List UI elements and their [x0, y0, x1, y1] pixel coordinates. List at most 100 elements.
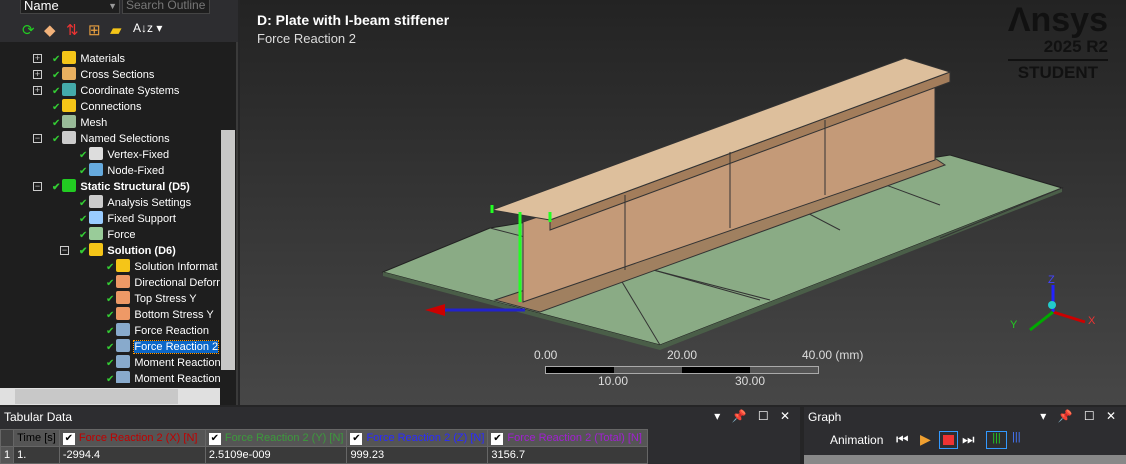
check-icon: ✔	[106, 326, 115, 337]
column-checkbox[interactable]: ✔	[62, 432, 75, 445]
tree-item[interactable]: ✔ Fixed Support	[79, 211, 176, 227]
eraser-icon[interactable]: ◆	[44, 21, 56, 39]
table-cell: 1.	[13, 446, 60, 464]
column-checkbox[interactable]: ✔	[491, 432, 504, 445]
outline-tree: + ✔ Materials + ✔ Cross Sections + ✔ Coordinate …	[0, 43, 220, 383]
tree-item[interactable]: ✔ Coordinate Systems	[52, 83, 179, 99]
tree-item[interactable]: ✔ Force Reaction	[106, 323, 209, 339]
tree-item-label: Named Selections	[80, 133, 170, 145]
tree-item[interactable]: ✔ Solution (D6)	[79, 243, 176, 259]
column-header[interactable]: Time [s]	[13, 429, 60, 447]
tree-item-label: Coordinate Systems	[80, 85, 180, 97]
column-header[interactable]: ✔ Force Reaction 2 (X) [N]	[58, 429, 206, 447]
tree-item[interactable]: ✔ Cross Sections	[52, 67, 154, 83]
check-icon: ✔	[106, 310, 115, 321]
scale-label: 0.00	[534, 348, 558, 362]
scroll-thumb[interactable]	[15, 389, 178, 404]
tree-item[interactable]: ✔ Static Structural (D5)	[52, 179, 190, 195]
table-cell: 2.5109e-009	[204, 446, 348, 464]
tree-item[interactable]: ✔ Node-Fixed	[79, 163, 164, 179]
row-number: 1	[0, 446, 15, 464]
tree-item-label: Solution (D6)	[107, 245, 176, 257]
check-icon: ✔	[52, 70, 61, 81]
outline-horizontal-scrollbar[interactable]	[0, 388, 220, 405]
check-icon: ✔	[52, 86, 61, 97]
axis-x-label: X	[1088, 315, 1096, 327]
outline-vertical-scrollbar[interactable]	[220, 43, 236, 388]
play-button[interactable]: ▶	[920, 431, 931, 448]
filter-select[interactable]: Name ▼	[20, 0, 120, 14]
tree-item[interactable]: ✔ Analysis Settings	[79, 195, 191, 211]
node-icon	[116, 339, 131, 352]
tree-item[interactable]: ✔ Force	[79, 227, 136, 243]
node-icon	[62, 83, 77, 96]
sort-alpha-icon[interactable]: A↓z ▾	[133, 21, 162, 35]
expander-toggle[interactable]: −	[60, 246, 69, 255]
tree-item[interactable]: ✔ Top Stress Y	[106, 291, 197, 307]
tree-item-label: Directional Deforn	[134, 277, 220, 289]
tree-item[interactable]: ✔ Named Selections	[52, 131, 170, 147]
tree-item[interactable]: ✔ Solution Informat	[106, 259, 218, 275]
tree-item-label: Cross Sections	[80, 69, 155, 81]
expand-all-icon[interactable]: ⊞	[88, 21, 101, 39]
scale-label: 20.00	[667, 348, 698, 362]
column-header[interactable]: ✔ Force Reaction 2 (Total) [N]	[487, 429, 649, 447]
tree-item-label: Force	[107, 229, 136, 241]
tree-item-label: Fixed Support	[107, 213, 176, 225]
table-cell: 999.23	[346, 446, 489, 464]
column-header[interactable]: ✔ Force Reaction 2 (Z) [N]	[346, 429, 489, 447]
tree-item-label: Static Structural (D5)	[80, 181, 190, 193]
node-icon	[116, 259, 131, 272]
expander-toggle[interactable]: +	[33, 54, 42, 63]
distributed-frames-icon[interactable]: |||	[986, 431, 1007, 449]
tabular-data-table: Time [s] ✔ Force Reaction 2 (X) [N] ✔ Force …	[0, 429, 649, 464]
panel-controls[interactable]: ▾ 📌 ☐ ✕	[1040, 409, 1120, 423]
refresh-icon[interactable]: ⟳	[22, 21, 35, 39]
stop-button[interactable]	[939, 431, 958, 449]
check-icon: ✔	[52, 102, 61, 113]
reaction-arrowhead	[425, 304, 445, 316]
column-label: Time [s]	[17, 432, 56, 444]
folder-link-icon[interactable]: ▰	[110, 21, 122, 39]
tree-item[interactable]: ✔ Mesh	[52, 115, 107, 131]
tree-item[interactable]: ✔ Directional Deforn	[106, 275, 220, 291]
check-icon: ✔	[106, 278, 115, 289]
expander-toggle[interactable]: +	[33, 86, 42, 95]
tree-item-label: Moment Reaction	[134, 373, 220, 383]
tree-item[interactable]: ✔ Vertex-Fixed	[79, 147, 169, 163]
panel-controls[interactable]: ▾ 📌 ☐ ✕	[714, 409, 794, 423]
tree-item-label: Vertex-Fixed	[107, 149, 170, 161]
outline-toolbar: ⟳ ◆ ⇅ ⊞ ▰ A↓z ▾	[0, 18, 238, 42]
node-icon	[116, 291, 131, 304]
tree-item[interactable]: ✔ Bottom Stress Y	[106, 307, 214, 323]
expander-toggle[interactable]: +	[33, 70, 42, 79]
node-icon	[89, 243, 104, 256]
check-icon: ✔	[106, 262, 115, 273]
tree-item[interactable]: ✔ Moment Reaction	[106, 355, 220, 371]
scroll-thumb[interactable]	[221, 130, 235, 370]
column-checkbox[interactable]: ✔	[350, 432, 363, 445]
result-sets-icon[interactable]: |||	[1012, 431, 1021, 443]
expander-toggle[interactable]: −	[33, 182, 42, 191]
graphics-viewport[interactable]: D: Plate with I-beam stiffener Force Rea…	[240, 0, 1126, 405]
sort-icon[interactable]: ⇅	[66, 21, 79, 39]
outline-panel: Name ▼ Search Outline ⟳ ◆ ⇅ ⊞ ▰ A↓z ▾ + ✔ M…	[0, 0, 238, 405]
tree-item[interactable]: ✔ Connections	[52, 99, 142, 115]
column-label: Force Reaction 2 (X) [N]	[78, 431, 198, 444]
column-header[interactable]: ✔ Force Reaction 2 (Y) [N]	[204, 429, 348, 447]
tree-item[interactable]: ✔ Moment Reaction	[106, 371, 220, 383]
scale-label: 30.00	[735, 374, 766, 388]
last-frame-button[interactable]: ⏭	[962, 431, 975, 448]
column-checkbox[interactable]: ✔	[208, 432, 221, 445]
tabular-data-panel: Tabular Data ▾ 📌 ☐ ✕ Time [s] ✔ Force React…	[0, 407, 800, 464]
node-icon	[116, 307, 131, 320]
first-frame-button[interactable]: ⏮	[896, 431, 909, 448]
tree-item[interactable]: ✔ Force Reaction 2	[106, 339, 220, 355]
tree-item-label: Mesh	[80, 117, 108, 129]
axis-y-label: Y	[1010, 319, 1018, 331]
tree-item-label: Analysis Settings	[107, 197, 192, 209]
tree-item[interactable]: ✔ Materials	[52, 51, 125, 67]
expander-toggle[interactable]: −	[33, 134, 42, 143]
model-view[interactable]: X Z Y	[240, 0, 1126, 405]
search-outline-input[interactable]: Search Outline	[122, 0, 210, 14]
